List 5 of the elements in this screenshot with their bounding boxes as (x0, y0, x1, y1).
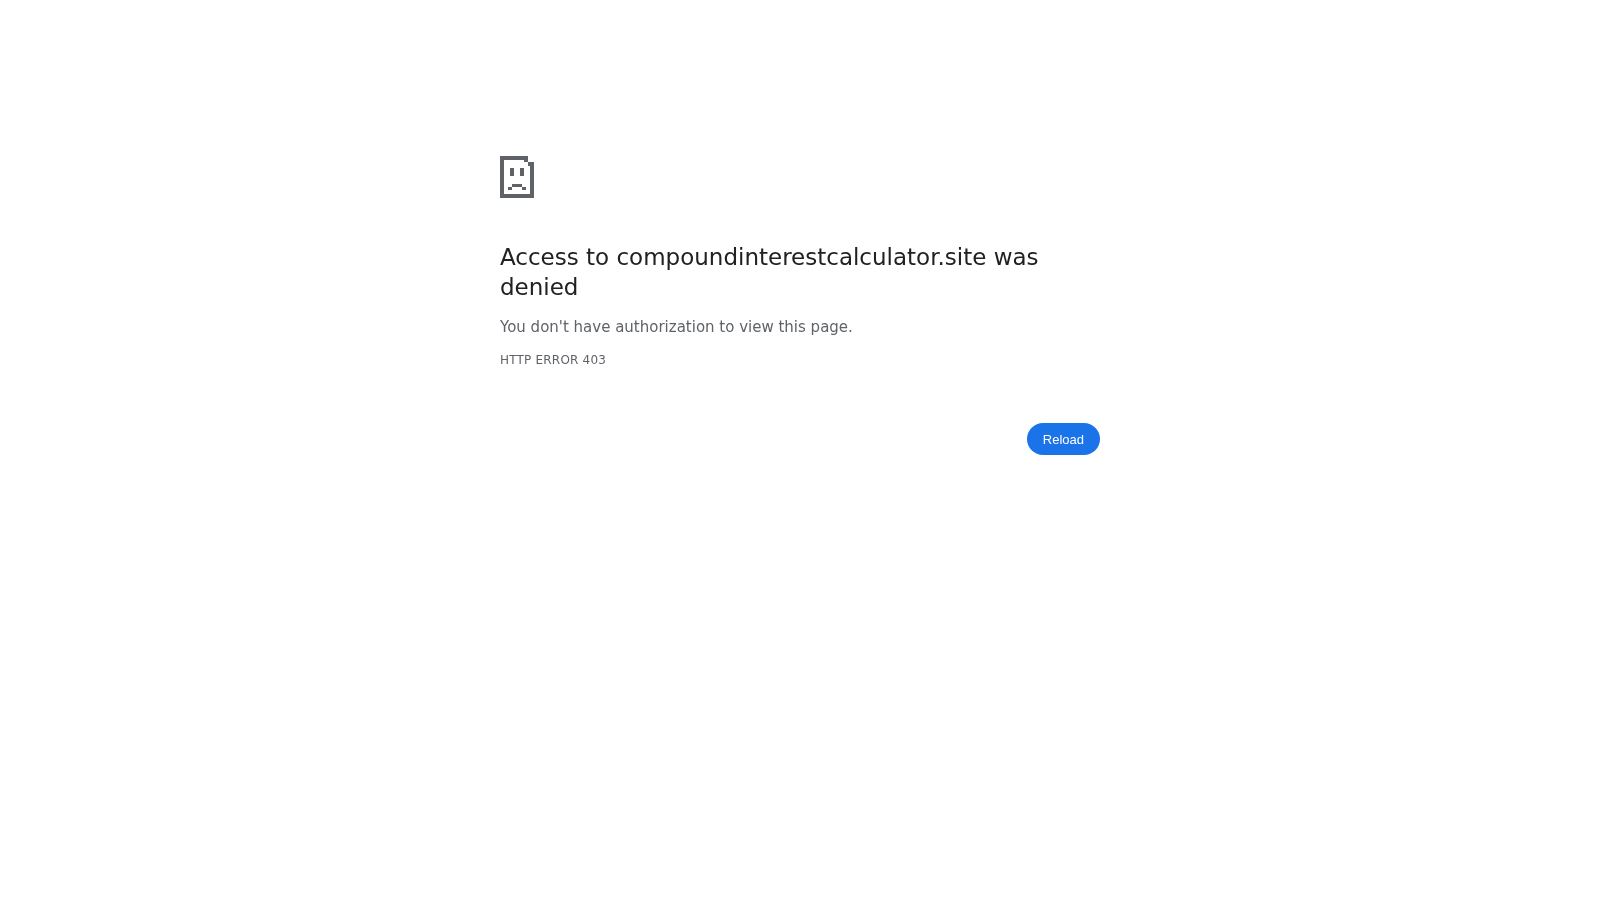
sad-page-icon (500, 156, 534, 198)
error-message: You don't have authorization to view this page. (500, 317, 854, 337)
error-heading: Access to compoundinterestcalculator.site was denied (500, 243, 1040, 302)
error-code: HTTP ERROR 403 (500, 353, 608, 367)
reload-button[interactable]: Reload (1026, 423, 1100, 455)
